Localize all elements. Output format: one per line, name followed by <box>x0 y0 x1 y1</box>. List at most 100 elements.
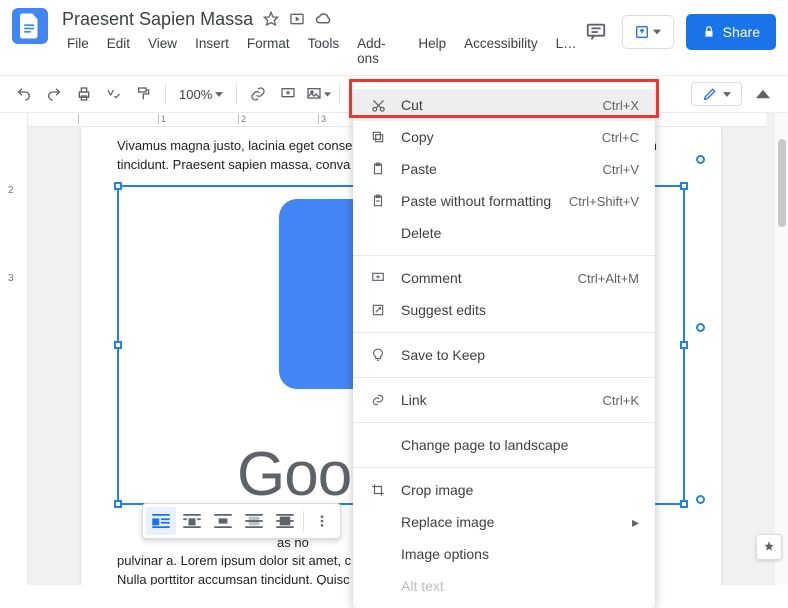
ctx-paste[interactable]: Paste Ctrl+V <box>353 153 655 185</box>
ctx-label: Suggest edits <box>401 302 639 318</box>
menu-accessibility[interactable]: Accessibility <box>459 33 543 69</box>
menu-addons[interactable]: Add-ons <box>352 33 405 69</box>
explore-button[interactable] <box>756 534 782 560</box>
menu-format[interactable]: Format <box>242 33 295 69</box>
ctx-crop[interactable]: Crop image <box>353 474 655 506</box>
menu-file[interactable]: File <box>62 33 94 69</box>
ctx-replace[interactable]: Replace image ▸ <box>353 506 655 538</box>
menu-edit[interactable]: Edit <box>102 33 135 69</box>
paste-icon <box>369 162 387 176</box>
menu-insert[interactable]: Insert <box>190 33 234 69</box>
ctx-alt-text[interactable]: Alt text <box>353 570 655 602</box>
ctx-shortcut: Ctrl+V <box>603 162 639 177</box>
inline-wrap-icon[interactable] <box>146 507 176 535</box>
behind-text-icon[interactable] <box>239 507 269 535</box>
ctx-label: Replace image <box>401 514 618 530</box>
ctx-label: Alt text <box>401 578 639 594</box>
crop-handle[interactable] <box>696 155 705 164</box>
ctx-label: Link <box>401 392 589 408</box>
paste-nf-icon <box>369 194 387 208</box>
menu-tools[interactable]: Tools <box>303 33 345 69</box>
collapse-toolbar-icon[interactable] <box>748 89 778 99</box>
image-logo-text: Goo <box>237 439 351 510</box>
comment-icon <box>369 271 387 285</box>
ctx-label: Delete <box>401 225 639 241</box>
ctx-link[interactable]: Link Ctrl+K <box>353 384 655 416</box>
ctx-label: Cut <box>401 97 589 113</box>
resize-handle[interactable] <box>114 500 122 508</box>
star-icon[interactable] <box>263 11 279 27</box>
ctx-shortcut: Ctrl+Alt+M <box>578 271 639 286</box>
print-icon[interactable] <box>70 80 98 108</box>
add-comment-icon[interactable] <box>274 80 302 108</box>
crop-handle[interactable] <box>696 323 705 332</box>
ctx-comment[interactable]: Comment Ctrl+Alt+M <box>353 262 655 294</box>
menu-help[interactable]: Help <box>413 33 451 69</box>
app-header: Praesent Sapien Massa File Edit View Ins… <box>0 0 788 69</box>
docs-logo[interactable] <box>12 8 48 44</box>
link-icon[interactable] <box>244 80 272 108</box>
ctx-landscape[interactable]: Change page to landscape <box>353 429 655 461</box>
resize-handle[interactable] <box>680 500 688 508</box>
ctx-paste-no-format[interactable]: Paste without formatting Ctrl+Shift+V <box>353 185 655 217</box>
vertical-ruler: 2 3 <box>0 113 28 585</box>
header-actions: Share <box>582 8 776 50</box>
redo-icon[interactable] <box>40 80 68 108</box>
resize-handle[interactable] <box>114 182 122 190</box>
spellcheck-icon[interactable] <box>100 80 128 108</box>
undo-icon[interactable] <box>10 80 38 108</box>
wrap-text-icon[interactable] <box>177 507 207 535</box>
resize-handle[interactable] <box>114 341 122 349</box>
ctx-suggest[interactable]: Suggest edits <box>353 294 655 326</box>
ctx-copy[interactable]: Copy Ctrl+C <box>353 121 655 153</box>
ctx-cut[interactable]: Cut Ctrl+X <box>353 89 655 121</box>
scrollbar[interactable] <box>774 113 788 585</box>
ctx-label: Comment <box>401 270 564 286</box>
suggest-icon <box>369 303 387 317</box>
more-options-icon[interactable] <box>307 507 337 535</box>
ctx-image-options[interactable]: Image options <box>353 538 655 570</box>
ctx-label: Copy <box>401 129 588 145</box>
ctx-shortcut: Ctrl+Shift+V <box>569 194 639 209</box>
menubar: File Edit View Insert Format Tools Add-o… <box>62 33 582 69</box>
resize-handle[interactable] <box>680 182 688 190</box>
ctx-shortcut: Ctrl+K <box>603 393 639 408</box>
ctx-label: Paste without formatting <box>401 193 555 209</box>
insert-image-icon[interactable] <box>304 80 332 108</box>
image-layout-toolbar <box>142 503 341 539</box>
ctx-label: Paste <box>401 161 589 177</box>
ctx-shortcut: Ctrl+C <box>602 130 639 145</box>
doc-meta: Praesent Sapien Massa File Edit View Ins… <box>62 8 582 69</box>
share-button[interactable]: Share <box>686 14 776 50</box>
editing-mode-button[interactable] <box>691 82 742 106</box>
crop-icon <box>369 483 387 497</box>
keep-icon <box>369 348 387 362</box>
ctx-shortcut: Ctrl+X <box>603 98 639 113</box>
copy-icon <box>369 130 387 144</box>
menu-view[interactable]: View <box>143 33 182 69</box>
ctx-label: Change page to landscape <box>401 437 639 453</box>
context-menu: Cut Ctrl+X Copy Ctrl+C Paste Ctrl+V Past… <box>353 83 655 608</box>
submenu-arrow-icon: ▸ <box>632 514 639 531</box>
break-text-icon[interactable] <box>208 507 238 535</box>
menu-last-edit[interactable]: L… <box>551 33 582 69</box>
ctx-label: Save to Keep <box>401 347 639 363</box>
comments-icon[interactable] <box>582 18 610 46</box>
crop-handle[interactable] <box>696 495 705 504</box>
cut-icon <box>369 98 387 113</box>
move-icon[interactable] <box>289 11 305 27</box>
front-text-icon[interactable] <box>270 507 300 535</box>
resize-handle[interactable] <box>680 341 688 349</box>
share-label: Share <box>723 24 760 40</box>
doc-title[interactable]: Praesent Sapien Massa <box>62 9 253 30</box>
ctx-save-keep[interactable]: Save to Keep <box>353 339 655 371</box>
zoom-value: 100% <box>179 87 212 102</box>
paint-format-icon[interactable] <box>130 80 158 108</box>
link-icon <box>369 393 387 407</box>
ctx-label: Crop image <box>401 482 639 498</box>
cloud-icon[interactable] <box>315 12 333 26</box>
zoom-select[interactable]: 100% <box>173 87 229 102</box>
ctx-delete[interactable]: Delete <box>353 217 655 249</box>
present-button[interactable] <box>622 15 674 49</box>
scrollbar-thumb[interactable] <box>778 139 786 227</box>
